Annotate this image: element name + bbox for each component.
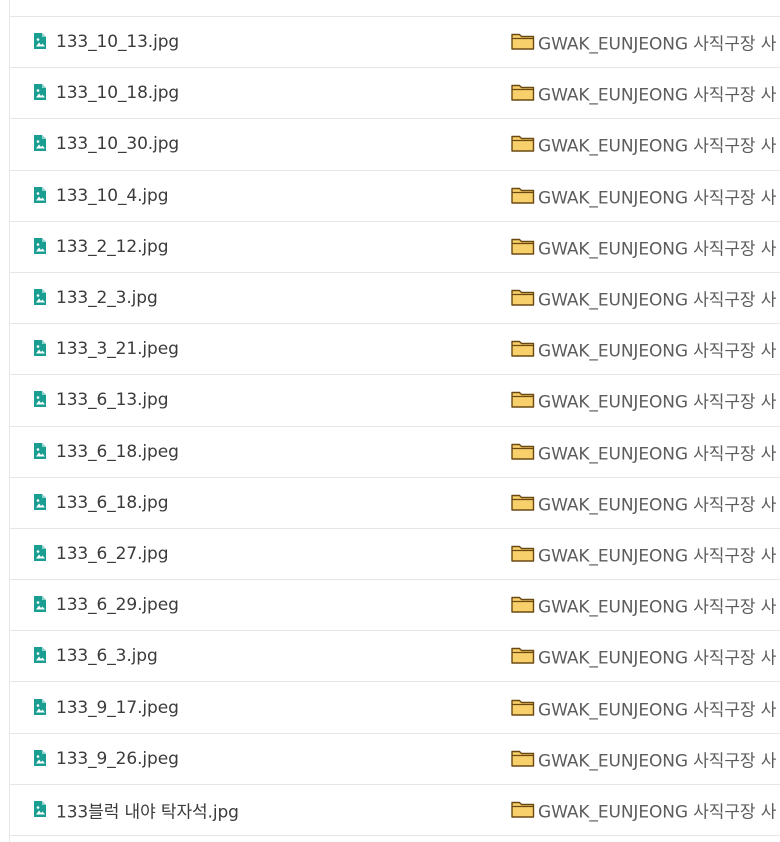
- file-name[interactable]: 133_6_27.jpg: [56, 544, 169, 564]
- image-file-icon: [34, 800, 46, 817]
- image-file-icon: [34, 135, 46, 152]
- folder-icon: [511, 341, 535, 357]
- image-file-icon: [34, 186, 46, 203]
- folder-name[interactable]: GWAK_EUNJEONG 사직구장 사: [538, 81, 776, 106]
- file-rows: 133_10_13.jpg GWAK_EUNJEONG 사직구장 사 133_1…: [10, 17, 780, 836]
- table-row[interactable]: 133_9_17.jpeg GWAK_EUNJEONG 사직구장 사: [10, 682, 780, 734]
- folder-name[interactable]: GWAK_EUNJEONG 사직구장 사: [538, 439, 776, 464]
- image-file-icon: [34, 544, 46, 561]
- folder-icon: [511, 443, 535, 460]
- image-file-icon: [34, 84, 46, 101]
- folder-name[interactable]: GWAK_EUNJEONG 사직구장 사: [538, 234, 776, 259]
- image-file-icon: [34, 647, 46, 664]
- file-name[interactable]: 133_2_12.jpg: [56, 237, 169, 257]
- folder-name[interactable]: GWAK_EUNJEONG 사직구장 사: [538, 388, 776, 413]
- file-name[interactable]: 133_3_21.jpeg: [56, 339, 179, 359]
- file-name[interactable]: 133_9_26.jpeg: [56, 749, 179, 769]
- folder-icon: [511, 136, 535, 153]
- folder-name[interactable]: GWAK_EUNJEONG 사직구장 사: [538, 746, 776, 771]
- folder-name[interactable]: GWAK_EUNJEONG 사직구장 사: [538, 695, 776, 720]
- table-row[interactable]: 133블럭 내야 탁자석.jpg GWAK_EUNJEONG 사직구장 사: [10, 785, 780, 836]
- folder-icon: [511, 699, 535, 716]
- image-file-icon: [34, 391, 46, 408]
- folder-name[interactable]: GWAK_EUNJEONG 사직구장 사: [538, 30, 776, 55]
- folder-name[interactable]: GWAK_EUNJEONG 사직구장 사: [538, 593, 776, 618]
- file-name[interactable]: 133_2_3.jpg: [56, 288, 158, 308]
- file-name[interactable]: 133블럭 내야 탁자석.jpg: [56, 797, 239, 822]
- image-file-icon: [34, 33, 46, 50]
- folder-icon: [511, 85, 535, 101]
- folder-icon: [511, 750, 535, 767]
- folder-icon: [511, 392, 535, 409]
- folder-name[interactable]: GWAK_EUNJEONG 사직구장 사: [538, 183, 776, 208]
- image-file-icon: [34, 289, 46, 306]
- folder-name[interactable]: GWAK_EUNJEONG 사직구장 사: [538, 132, 776, 157]
- file-name[interactable]: 133_10_18.jpg: [56, 83, 179, 103]
- image-file-icon: [34, 596, 46, 613]
- folder-icon: [511, 494, 535, 511]
- table-row[interactable]: 133_10_4.jpg GWAK_EUNJEONG 사직구장 사: [10, 171, 780, 222]
- folder-name[interactable]: GWAK_EUNJEONG 사직구장 사: [538, 286, 776, 311]
- table-row[interactable]: 133_2_12.jpg GWAK_EUNJEONG 사직구장 사: [10, 222, 780, 273]
- table-row[interactable]: 133_6_13.jpg GWAK_EUNJEONG 사직구장 사: [10, 375, 780, 427]
- folder-icon: [511, 238, 535, 255]
- table-row[interactable]: 133_10_13.jpg GWAK_EUNJEONG 사직구장 사: [10, 17, 780, 69]
- folder-name[interactable]: GWAK_EUNJEONG 사직구장 사: [538, 337, 776, 362]
- file-name[interactable]: 133_10_30.jpg: [56, 134, 179, 154]
- table-row[interactable]: 133_2_3.jpg GWAK_EUNJEONG 사직구장 사: [10, 273, 780, 325]
- table-row[interactable]: 133_6_18.jpeg GWAK_EUNJEONG 사직구장 사: [10, 427, 780, 478]
- folder-icon: [511, 648, 535, 665]
- table-row[interactable]: 133_6_18.jpg GWAK_EUNJEONG 사직구장 사: [10, 478, 780, 529]
- folder-icon: [511, 187, 535, 204]
- table-row[interactable]: 133_9_26.jpeg GWAK_EUNJEONG 사직구장 사: [10, 734, 780, 785]
- image-file-icon: [34, 442, 46, 459]
- image-file-icon: [34, 340, 46, 357]
- file-name[interactable]: 133_10_13.jpg: [56, 32, 179, 52]
- folder-name[interactable]: GWAK_EUNJEONG 사직구장 사: [538, 490, 776, 515]
- table-row[interactable]: 133_3_21.jpeg GWAK_EUNJEONG 사직구장 사: [10, 324, 780, 376]
- folder-icon: [511, 33, 535, 50]
- file-name[interactable]: 133_9_17.jpeg: [56, 698, 179, 718]
- file-list: 133_10_13.jpg GWAK_EUNJEONG 사직구장 사 133_1…: [9, 0, 780, 842]
- folder-name[interactable]: GWAK_EUNJEONG 사직구장 사: [538, 541, 776, 566]
- image-file-icon: [34, 698, 46, 715]
- file-name[interactable]: 133_6_13.jpg: [56, 390, 169, 410]
- image-file-icon: [34, 493, 46, 510]
- folder-name[interactable]: GWAK_EUNJEONG 사직구장 사: [538, 644, 776, 669]
- table-row[interactable]: 133_6_29.jpeg GWAK_EUNJEONG 사직구장 사: [10, 580, 780, 632]
- table-row[interactable]: 133_10_18.jpg GWAK_EUNJEONG 사직구장 사: [10, 68, 780, 120]
- image-file-icon: [34, 237, 46, 254]
- file-name[interactable]: 133_10_4.jpg: [56, 186, 169, 206]
- file-name[interactable]: 133_6_18.jpg: [56, 493, 169, 513]
- folder-icon: [511, 545, 535, 562]
- table-row[interactable]: 133_6_27.jpg GWAK_EUNJEONG 사직구장 사: [10, 529, 780, 581]
- table-row[interactable]: 133_6_3.jpg GWAK_EUNJEONG 사직구장 사: [10, 631, 780, 683]
- folder-name[interactable]: GWAK_EUNJEONG 사직구장 사: [538, 797, 776, 822]
- table-row[interactable]: 133_10_30.jpg GWAK_EUNJEONG 사직구장 사: [10, 119, 780, 171]
- image-file-icon: [34, 749, 46, 766]
- file-name[interactable]: 133_6_29.jpeg: [56, 595, 179, 615]
- folder-icon: [511, 289, 535, 306]
- folder-icon: [511, 801, 535, 818]
- file-name[interactable]: 133_6_18.jpeg: [56, 442, 179, 462]
- file-name[interactable]: 133_6_3.jpg: [56, 646, 158, 666]
- folder-icon: [511, 596, 535, 613]
